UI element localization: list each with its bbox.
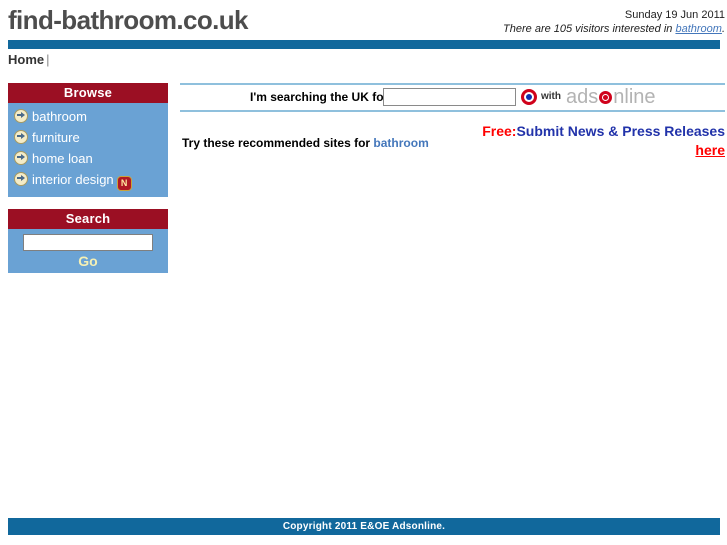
sidebar-item-label: interior design <box>32 172 114 187</box>
promo-submit-link[interactable]: Submit News & Press Releases <box>516 123 725 139</box>
main-search-prompt: I'm searching the UK for... <box>250 90 398 104</box>
sidebar: Browse bathroom furniture home loan inte… <box>8 83 168 285</box>
arrow-bullet-icon <box>14 109 28 123</box>
main-below-row: Try these recommended sites for bathroom… <box>180 122 725 172</box>
sidebar-item-label: home loan <box>32 151 93 166</box>
adsonline-logo-text-1: ads <box>566 86 599 108</box>
sidebar-item-bathroom[interactable]: bathroom <box>8 106 168 127</box>
promo-free-label: Free: <box>482 123 517 139</box>
breadcrumb: Home | <box>8 52 50 67</box>
search-panel-body: Go <box>8 229 168 273</box>
visitor-keyword-link[interactable]: bathroom <box>675 23 721 35</box>
with-label: with <box>541 91 561 102</box>
sidebar-item-label: furniture <box>32 130 80 145</box>
arrow-bullet-icon <box>14 130 28 144</box>
adsonline-logo: ads nline <box>566 86 656 109</box>
sidebar-item-furniture[interactable]: furniture <box>8 127 168 148</box>
page-header: find-bathroom.co.uk Sunday 19 Jun 2011 T… <box>0 0 727 40</box>
sidebar-item-interior-design[interactable]: interior design N <box>8 169 168 192</box>
browse-panel-body: bathroom furniture home loan interior de… <box>8 103 168 197</box>
radio-target-icon[interactable] <box>521 89 537 105</box>
adsonline-logo-o-icon <box>599 91 613 104</box>
sidebar-go-button[interactable]: Go <box>78 253 97 269</box>
page-footer: Copyright 2011 E&OE Adsonline. <box>8 518 720 535</box>
recommended-sites-prefix: Try these recommended sites for <box>182 136 374 150</box>
sidebar-item-label: bathroom <box>32 109 87 124</box>
adsonline-logo-text-2: nline <box>613 86 656 108</box>
recommended-keyword-link[interactable]: bathroom <box>373 136 428 150</box>
main-content: I'm searching the UK for... with ads nlin… <box>180 83 725 172</box>
search-panel: Search Go <box>8 209 168 273</box>
new-badge-icon: N <box>116 176 132 191</box>
arrow-bullet-icon <box>14 151 28 165</box>
current-date: Sunday 19 Jun 2011 <box>624 9 725 21</box>
promo-text: Free:Submit News & Press Releases here <box>475 122 725 160</box>
promo-here-link[interactable]: here <box>695 142 725 158</box>
sidebar-item-home-loan[interactable]: home loan <box>8 148 168 169</box>
main-search-input[interactable] <box>383 88 516 106</box>
visitor-count-suffix: . <box>721 23 725 35</box>
site-title: find-bathroom.co.uk <box>8 5 249 35</box>
main-search-row: I'm searching the UK for... with ads nlin… <box>180 83 725 112</box>
search-panel-title: Search <box>8 209 168 229</box>
browse-panel: Browse bathroom furniture home loan inte… <box>8 83 168 197</box>
breadcrumb-separator: | <box>46 52 50 67</box>
recommended-sites-text: Try these recommended sites for bathroom <box>182 136 429 150</box>
arrow-bullet-icon <box>14 172 28 186</box>
browse-panel-title: Browse <box>8 83 168 103</box>
sidebar-search-input[interactable] <box>23 234 153 251</box>
visitor-count-prefix: There are 105 visitors interested in <box>503 23 676 35</box>
visitor-count-text: There are 105 visitors interested in bat… <box>503 22 725 36</box>
header-divider-bar <box>8 40 720 49</box>
header-meta: Sunday 19 Jun 2011 There are 105 visitor… <box>503 8 725 36</box>
breadcrumb-home-link[interactable]: Home <box>8 52 44 67</box>
